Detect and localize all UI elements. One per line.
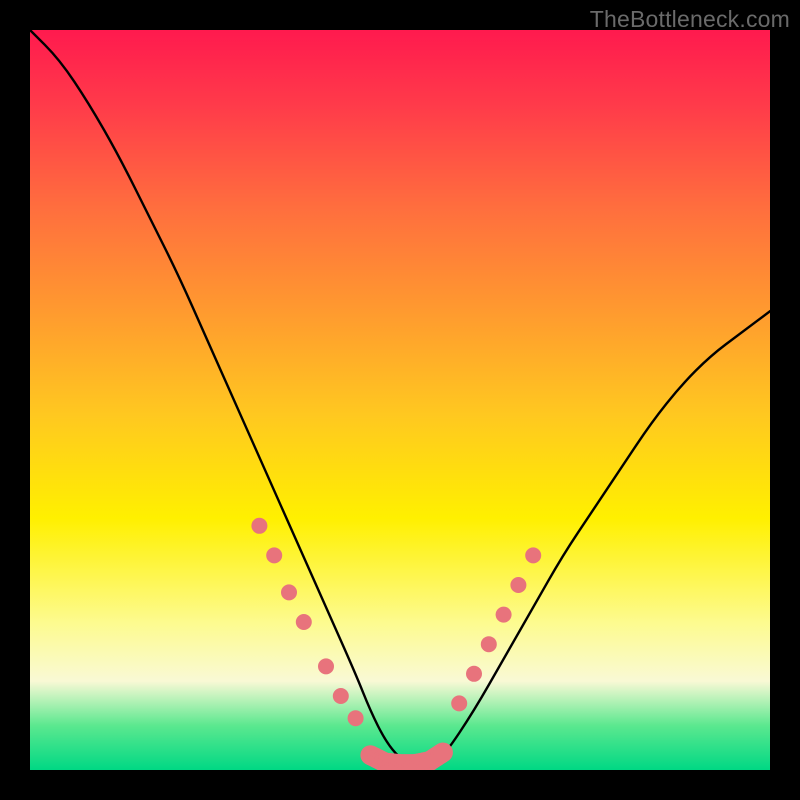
data-point-right [510,577,526,593]
data-point-left [333,688,349,704]
curve-layer [30,30,770,766]
data-point-right [481,636,497,652]
chart-svg [30,30,770,770]
bottleneck-curve [30,30,770,766]
data-point-left [266,547,282,563]
data-point-left [348,710,364,726]
data-point-bottom [433,742,453,762]
data-point-left [296,614,312,630]
chart-container: TheBottleneck.com [0,0,800,800]
data-point-left [281,584,297,600]
watermark-text: TheBottleneck.com [590,6,790,33]
points-layer [251,518,541,770]
plot-area [30,30,770,770]
data-point-left [318,658,334,674]
data-point-right [496,607,512,623]
data-point-right [451,695,467,711]
data-point-right [466,666,482,682]
data-point-right [525,547,541,563]
data-point-left [251,518,267,534]
